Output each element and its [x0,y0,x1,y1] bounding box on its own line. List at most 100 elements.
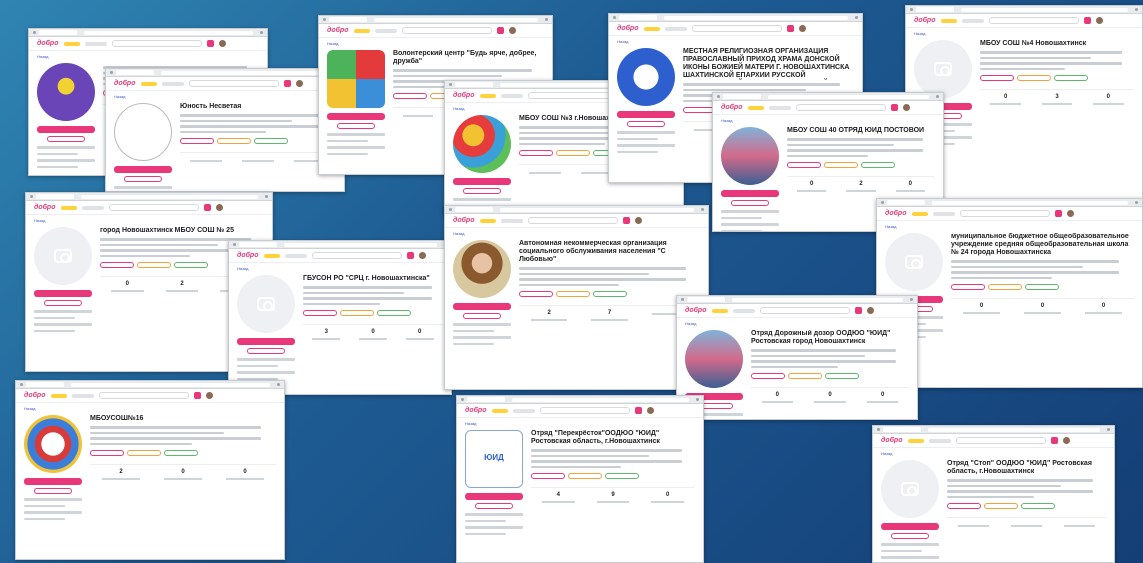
address-bar[interactable] [961,7,1128,12]
user-avatar[interactable] [902,104,910,111]
nav-item-promo[interactable] [63,41,80,46]
category-tag[interactable] [1025,284,1059,290]
back-link[interactable]: Назад [106,91,344,99]
create-button[interactable] [1054,210,1062,217]
site-logo[interactable]: добро [327,27,349,34]
category-tag[interactable] [303,310,337,316]
search-input[interactable] [111,40,202,47]
help-button[interactable] [453,303,511,310]
browser-tab[interactable] [883,427,921,432]
window-control-icon[interactable] [717,95,720,98]
browser-tab[interactable] [723,94,761,99]
browser-tab[interactable] [687,297,725,302]
window-control-icon[interactable] [110,71,113,74]
nav-item[interactable] [81,205,104,210]
user-avatar[interactable] [218,40,226,47]
nav-item[interactable] [732,308,755,313]
window-control-icon[interactable] [881,201,884,204]
nav-item[interactable] [500,93,523,98]
site-logo[interactable]: добро [881,437,903,444]
help-button[interactable] [465,493,523,500]
user-avatar[interactable] [205,392,213,399]
search-input[interactable] [527,92,618,99]
category-tag[interactable] [531,473,565,479]
share-button[interactable] [337,123,375,129]
address-bar[interactable] [512,397,689,402]
nav-item-promo[interactable] [911,211,928,216]
site-logo[interactable]: добро [685,307,707,314]
search-input[interactable] [108,204,199,211]
help-button[interactable] [327,113,385,120]
user-avatar[interactable] [1095,17,1103,24]
window-control-icon[interactable] [323,18,326,21]
site-logo[interactable]: добро [453,92,475,99]
share-button[interactable] [891,533,929,539]
create-button[interactable] [786,25,794,32]
browser-tab[interactable] [887,200,925,205]
help-button[interactable] [24,478,82,485]
site-logo[interactable]: добро [617,25,639,32]
nav-item-promo[interactable] [747,105,764,110]
category-tag[interactable] [824,162,858,168]
nav-item-promo[interactable] [711,308,728,313]
share-button[interactable] [731,200,769,206]
menu-icon[interactable] [1107,428,1110,431]
address-bar[interactable] [81,194,258,199]
nav-item-promo[interactable] [263,253,280,258]
address-bar[interactable] [932,200,1128,205]
category-tag[interactable] [593,291,627,297]
share-button[interactable] [627,121,665,127]
help-button[interactable] [114,166,172,173]
help-button[interactable] [453,178,511,185]
site-logo[interactable]: добро [721,104,743,111]
menu-icon[interactable] [545,18,548,21]
help-button[interactable] [37,126,95,133]
menu-icon[interactable] [1135,8,1138,11]
browser-tab[interactable] [467,397,505,402]
nav-item[interactable] [664,26,687,31]
category-tag[interactable] [556,291,590,297]
browser-tab[interactable] [329,17,367,22]
help-button[interactable] [617,111,675,118]
browser-tab[interactable] [39,30,77,35]
address-bar[interactable] [84,30,253,35]
address-bar[interactable] [284,242,437,247]
share-button[interactable] [463,313,501,319]
search-input[interactable] [527,217,618,224]
search-input[interactable] [401,27,492,34]
address-bar[interactable] [732,297,903,302]
share-button[interactable] [34,488,72,494]
site-logo[interactable]: добро [24,392,46,399]
address-bar[interactable] [500,207,694,212]
address-bar[interactable] [71,382,270,387]
nav-item-promo[interactable] [479,93,496,98]
site-logo[interactable]: добро [37,40,59,47]
site-logo[interactable]: добро [885,210,907,217]
back-link[interactable]: Назад [16,403,284,411]
browser-tab[interactable] [455,207,493,212]
create-button[interactable] [496,27,504,34]
nav-item-promo[interactable] [60,205,77,210]
back-link[interactable]: Назад [229,263,451,271]
create-button[interactable] [890,104,898,111]
back-link[interactable]: Назад [877,221,1142,229]
create-button[interactable] [1050,437,1058,444]
user-avatar[interactable] [634,217,642,224]
nav-item[interactable] [284,253,307,258]
menu-icon[interactable] [260,31,263,34]
category-tag[interactable] [951,284,985,290]
nav-item-promo[interactable] [479,218,496,223]
browser-tab[interactable] [116,70,154,75]
category-tag[interactable] [377,310,411,316]
share-button[interactable] [47,136,85,142]
category-tag[interactable] [568,473,602,479]
address-bar[interactable] [928,427,1100,432]
create-button[interactable] [854,307,862,314]
browser-tab[interactable] [36,194,74,199]
share-button[interactable] [475,503,513,509]
category-tag[interactable] [980,75,1014,81]
search-input[interactable] [759,307,850,314]
category-tag[interactable] [984,503,1018,509]
search-input[interactable] [959,210,1050,217]
category-tag[interactable] [1054,75,1088,81]
